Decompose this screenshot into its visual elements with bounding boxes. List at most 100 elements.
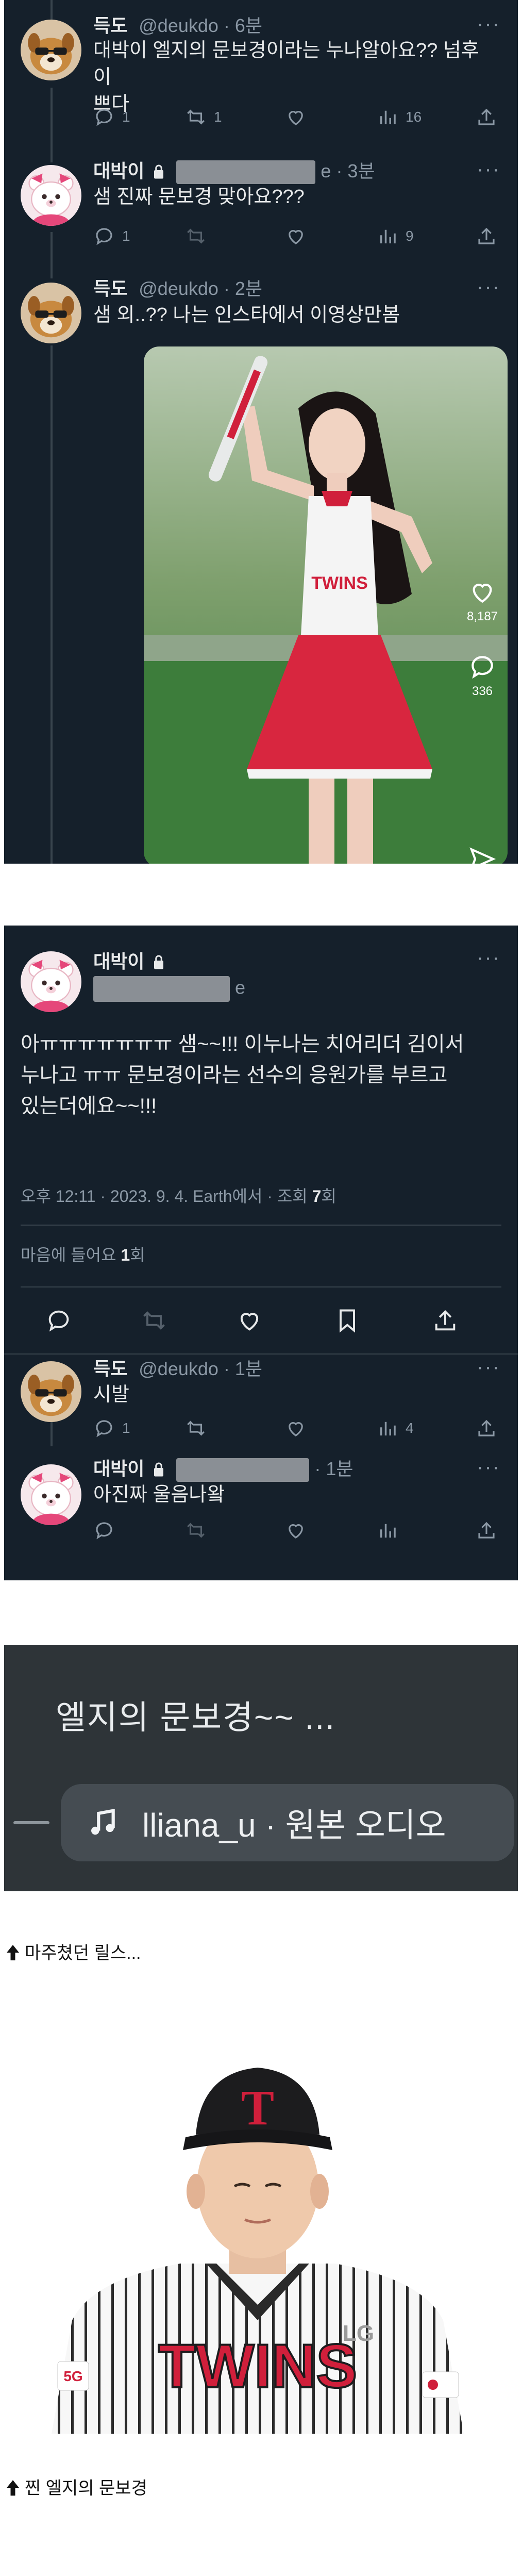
user-handle-time[interactable]: @deukdo · 1분 [139, 1358, 262, 1379]
video-comment-count: 336 [472, 684, 493, 698]
more-icon[interactable]: ··· [477, 1356, 500, 1378]
share-button[interactable] [476, 1415, 497, 1441]
more-icon[interactable]: ··· [477, 158, 500, 180]
reply-count: 1 [122, 228, 130, 244]
views-button[interactable]: 9 [377, 223, 414, 249]
tweet-text-line: 아진짜 울음나왘 [93, 1484, 225, 1506]
reply-button[interactable]: 1 [93, 1415, 130, 1441]
reply-icon [96, 109, 112, 126]
reply-icon [96, 228, 112, 245]
video-comment-button[interactable]: 336 [459, 652, 506, 699]
detail-action-bar [45, 1306, 489, 1335]
avatar-deukdo[interactable] [21, 283, 81, 343]
avatar-daebaki[interactable] [21, 951, 81, 1012]
heart-icon [289, 1422, 303, 1436]
retweet-button[interactable] [185, 1517, 207, 1543]
like-button[interactable] [236, 1306, 263, 1335]
tweet-header: 대박이 e · 3분 [93, 160, 375, 185]
heart-icon [289, 111, 303, 125]
retweet-button[interactable] [185, 1415, 207, 1441]
share-button[interactable] [432, 1306, 459, 1335]
more-icon[interactable]: ··· [477, 12, 500, 35]
user-handle[interactable]: e [235, 977, 245, 998]
views-suffix: 회 [321, 1187, 336, 1206]
music-note-icon [91, 1809, 115, 1835]
avatar-daebaki[interactable] [21, 1464, 81, 1525]
bookmark-icon [340, 1309, 355, 1333]
more-icon[interactable]: ··· [477, 1456, 500, 1478]
views-button[interactable]: 4 [377, 1415, 414, 1441]
tweet-text-line: 있는더에요~~!!! [21, 1095, 157, 1117]
retweet-button[interactable]: 1 [185, 104, 222, 130]
share-icon [478, 108, 495, 125]
caption-text: 마주쳤던 릴스... [25, 1943, 141, 1963]
sleeve-5g-badge: 5G [63, 2368, 82, 2384]
video-like-button[interactable]: 8,187 [459, 577, 506, 624]
bookmark-button[interactable] [334, 1306, 361, 1335]
avatar-daebaki[interactable] [21, 165, 81, 226]
thread-line [50, 232, 53, 278]
like-button[interactable] [285, 223, 307, 249]
tweet-meta: 오후 12:11 · 2023. 9. 4. Earth에서 · 조회 7회 [21, 1183, 336, 1207]
share-icon [478, 1522, 495, 1539]
tweet-text: 시발 [93, 1381, 495, 1408]
reply-button[interactable]: 1 [93, 223, 130, 249]
heart-icon [240, 1313, 259, 1331]
tweet-text: 아진짜 울음나왘 [93, 1481, 495, 1508]
reply-button[interactable] [45, 1306, 72, 1335]
share-button[interactable] [476, 223, 497, 249]
lock-icon [154, 955, 164, 969]
user-handle-time[interactable]: e · 3분 [321, 160, 375, 181]
user-handle-time[interactable]: @deukdo · 6분 [139, 15, 262, 36]
views-button[interactable] [377, 1517, 398, 1543]
like-button[interactable] [285, 104, 307, 130]
share-icon [478, 1419, 495, 1436]
tweet-timestamp-source: 오후 12:11 · 2023. 9. 4. Earth에서 · 조회 [21, 1187, 312, 1206]
views-count: 7 [312, 1187, 322, 1206]
video-send-button[interactable] [459, 845, 506, 864]
like-button[interactable] [285, 1415, 307, 1441]
reel-audio-pill[interactable]: lliana_u · 원본 오디오 [61, 1784, 514, 1861]
user-name[interactable]: 득도 [93, 278, 127, 299]
views-count: 4 [406, 1420, 414, 1436]
user-name[interactable]: 대박이 [93, 160, 144, 181]
thread-line [50, 0, 53, 21]
avatar-deukdo[interactable] [21, 20, 81, 80]
more-icon[interactable]: ··· [477, 946, 500, 969]
video-media[interactable]: TWINS [144, 346, 508, 864]
tweet-text-line: 시발 [93, 1384, 129, 1406]
retweet-icon [187, 109, 205, 125]
tweet-text: 샘 진짜 문보경 맞아요??? [93, 184, 495, 210]
user-name[interactable]: 득도 [93, 1358, 127, 1379]
likes-summary[interactable]: 마음에 들어요 1회 [21, 1242, 145, 1266]
redacted-handle [176, 160, 316, 185]
divider [21, 1286, 501, 1287]
jersey-lg-patch: LG [343, 2321, 374, 2346]
like-button[interactable] [285, 1517, 307, 1543]
reply-count: 1 [122, 1420, 130, 1436]
thread-line [50, 345, 53, 864]
more-icon[interactable]: ··· [477, 275, 500, 298]
user-handle-time[interactable]: @deukdo · 2분 [139, 278, 262, 299]
retweet-button[interactable] [141, 1306, 167, 1335]
share-button[interactable] [476, 1517, 497, 1543]
reply-button[interactable] [93, 1517, 115, 1543]
user-name[interactable]: 대박이 [93, 1458, 144, 1479]
retweet-button[interactable] [185, 223, 207, 249]
action-bar [93, 1517, 506, 1543]
pink-bear-avatar-icon [21, 1464, 81, 1525]
tweet-text-line: 대박이 엘지의 문보경이라는 누나알아요?? 넘후이 [93, 40, 479, 88]
user-name[interactable]: 대박이 [93, 951, 144, 972]
reply-button[interactable]: 1 [93, 104, 130, 130]
cheerleader-video-image: TWINS [144, 346, 508, 864]
user-handle-time[interactable]: · 1분 [314, 1458, 353, 1479]
share-button[interactable] [476, 104, 497, 130]
comment-bubble-icon [472, 656, 493, 679]
user-name[interactable]: 득도 [93, 15, 127, 36]
avatar-deukdo[interactable] [21, 1361, 81, 1422]
heart-icon [473, 584, 492, 603]
likes-suffix: 회 [130, 1246, 145, 1264]
heart-icon [289, 230, 303, 244]
views-button[interactable]: 16 [377, 104, 422, 130]
thread-line [50, 1421, 53, 1446]
